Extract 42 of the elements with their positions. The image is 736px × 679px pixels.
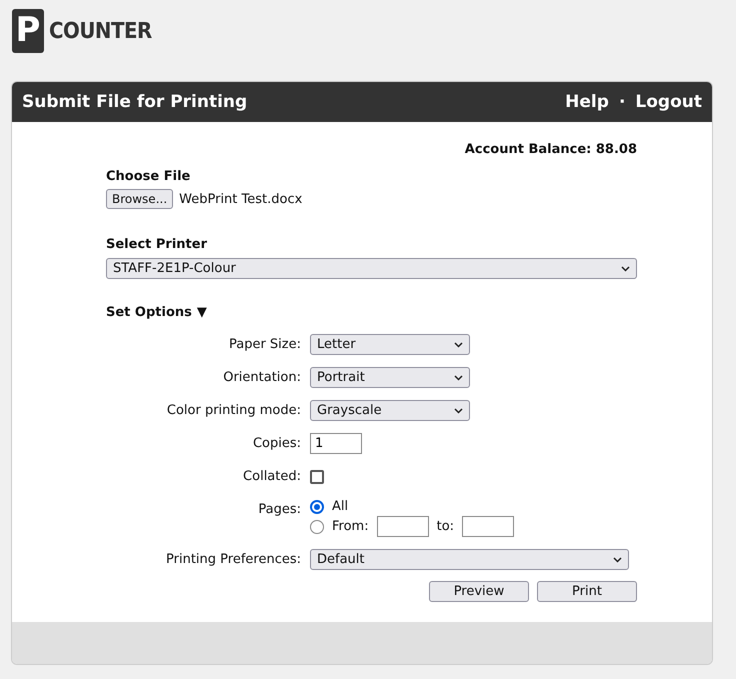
to-field[interactable] [462, 516, 514, 537]
option-label: Paper Size: [228, 336, 301, 354]
header-link[interactable]: Logout [635, 92, 702, 112]
logo-text: COUNTER [49, 18, 152, 44]
option-label: Collated: [242, 468, 301, 486]
section-heading[interactable]: Set Options [106, 305, 192, 320]
dropdown[interactable]: Letter [310, 334, 470, 355]
radio-label: From: [332, 519, 369, 534]
section-heading: Select Printer [106, 237, 207, 252]
option-label: Printing Preferences: [165, 551, 301, 569]
dropdown[interactable]: Default [310, 549, 629, 570]
option-label: Color printing mode: [166, 402, 301, 420]
preview-button[interactable]: Preview [429, 581, 529, 602]
radio-button[interactable] [310, 520, 324, 534]
logo-mark: P [12, 9, 44, 53]
radio-label: All [332, 499, 348, 514]
chevron-icon [454, 374, 463, 380]
panel-title: Submit File for Printing [22, 92, 248, 112]
dropdown[interactable]: Portrait [310, 367, 470, 388]
chevron-icon [454, 342, 463, 348]
radio-button[interactable] [310, 500, 324, 514]
to-label: to: [436, 519, 454, 534]
section-heading: Choose File [106, 169, 190, 184]
dropdown[interactable]: Grayscale [310, 400, 470, 421]
option-label: Pages: [257, 501, 301, 519]
file-name: WebPrint Test.docx [179, 192, 302, 206]
header-link[interactable]: Help [565, 92, 609, 112]
checkbox[interactable] [310, 470, 324, 484]
separator: · [618, 92, 626, 112]
balance-value: 88.08 [596, 142, 637, 157]
option-label: Orientation: [222, 369, 301, 387]
chevron-icon [613, 556, 622, 562]
toggle-icon[interactable]: ▼ [196, 305, 207, 320]
option-label: Copies: [252, 435, 301, 453]
copies-field[interactable]: 1 [310, 433, 362, 454]
chevron-icon [621, 266, 630, 272]
balance-label: Account Balance: [464, 142, 592, 157]
print-button[interactable]: Print [537, 581, 637, 602]
browse-button[interactable]: Browse... [106, 189, 174, 209]
chevron-icon [454, 408, 463, 414]
dropdown[interactable]: STAFF-2E1P-Colour [106, 258, 637, 279]
from-field[interactable] [376, 516, 429, 537]
